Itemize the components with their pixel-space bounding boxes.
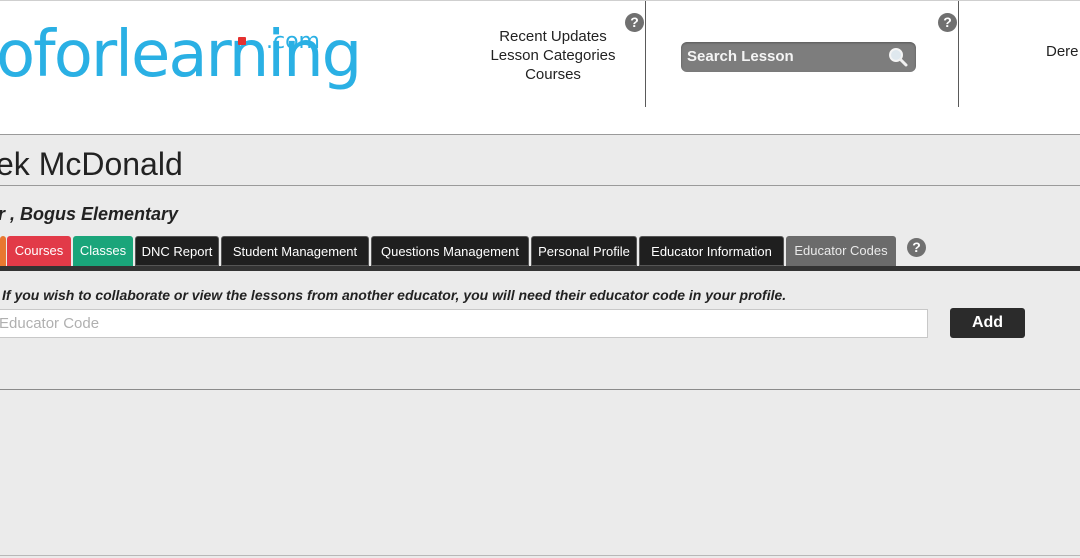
search-box[interactable]: Search Lesson	[681, 42, 916, 72]
header-divider	[958, 1, 959, 107]
search-icon[interactable]	[887, 46, 909, 68]
nav-lesson-categories[interactable]: Lesson Categories	[478, 46, 628, 65]
educator-code-input[interactable]	[0, 309, 928, 338]
site-header: oforlearning .com Recent Updates Lesson …	[0, 0, 1080, 135]
divider	[0, 185, 1080, 186]
site-logo[interactable]: oforlearning .com	[0, 23, 362, 87]
tab-underline	[0, 266, 1080, 271]
tab-dnc-report[interactable]: DNC Report	[135, 236, 219, 266]
tab-courses[interactable]: Courses	[7, 236, 71, 266]
tab-educator-codes[interactable]: Educator Codes	[786, 236, 896, 266]
nav-recent-updates[interactable]: Recent Updates	[478, 27, 628, 46]
educator-code-info: If you wish to collaborate or view the l…	[2, 287, 787, 303]
divider	[0, 555, 1080, 556]
divider	[0, 389, 1080, 390]
nav-courses[interactable]: Courses	[478, 65, 628, 84]
tab-truncated[interactable]	[0, 236, 6, 266]
tab-questions-management[interactable]: Questions Management	[371, 236, 529, 266]
help-icon[interactable]: ?	[625, 13, 644, 32]
add-button[interactable]: Add	[950, 308, 1025, 338]
tab-educator-information[interactable]: Educator Information	[639, 236, 784, 266]
profile-role-school: r , Bogus Elementary	[0, 204, 179, 224]
header-nav: Recent Updates Lesson Categories Courses	[478, 27, 628, 84]
tab-personal-profile[interactable]: Personal Profile	[531, 236, 637, 266]
tab-student-management[interactable]: Student Management	[221, 236, 369, 266]
logo-dot	[238, 37, 246, 45]
header-divider	[645, 1, 646, 107]
tab-classes[interactable]: Classes	[73, 236, 133, 266]
logo-suffix: .com	[266, 29, 320, 54]
help-icon[interactable]: ?	[938, 13, 957, 32]
search-input[interactable]: Search Lesson	[687, 48, 794, 65]
profile-name: ek McDonald	[0, 146, 183, 182]
user-menu[interactable]: Dere	[1046, 43, 1079, 60]
help-icon[interactable]: ?	[907, 238, 926, 257]
